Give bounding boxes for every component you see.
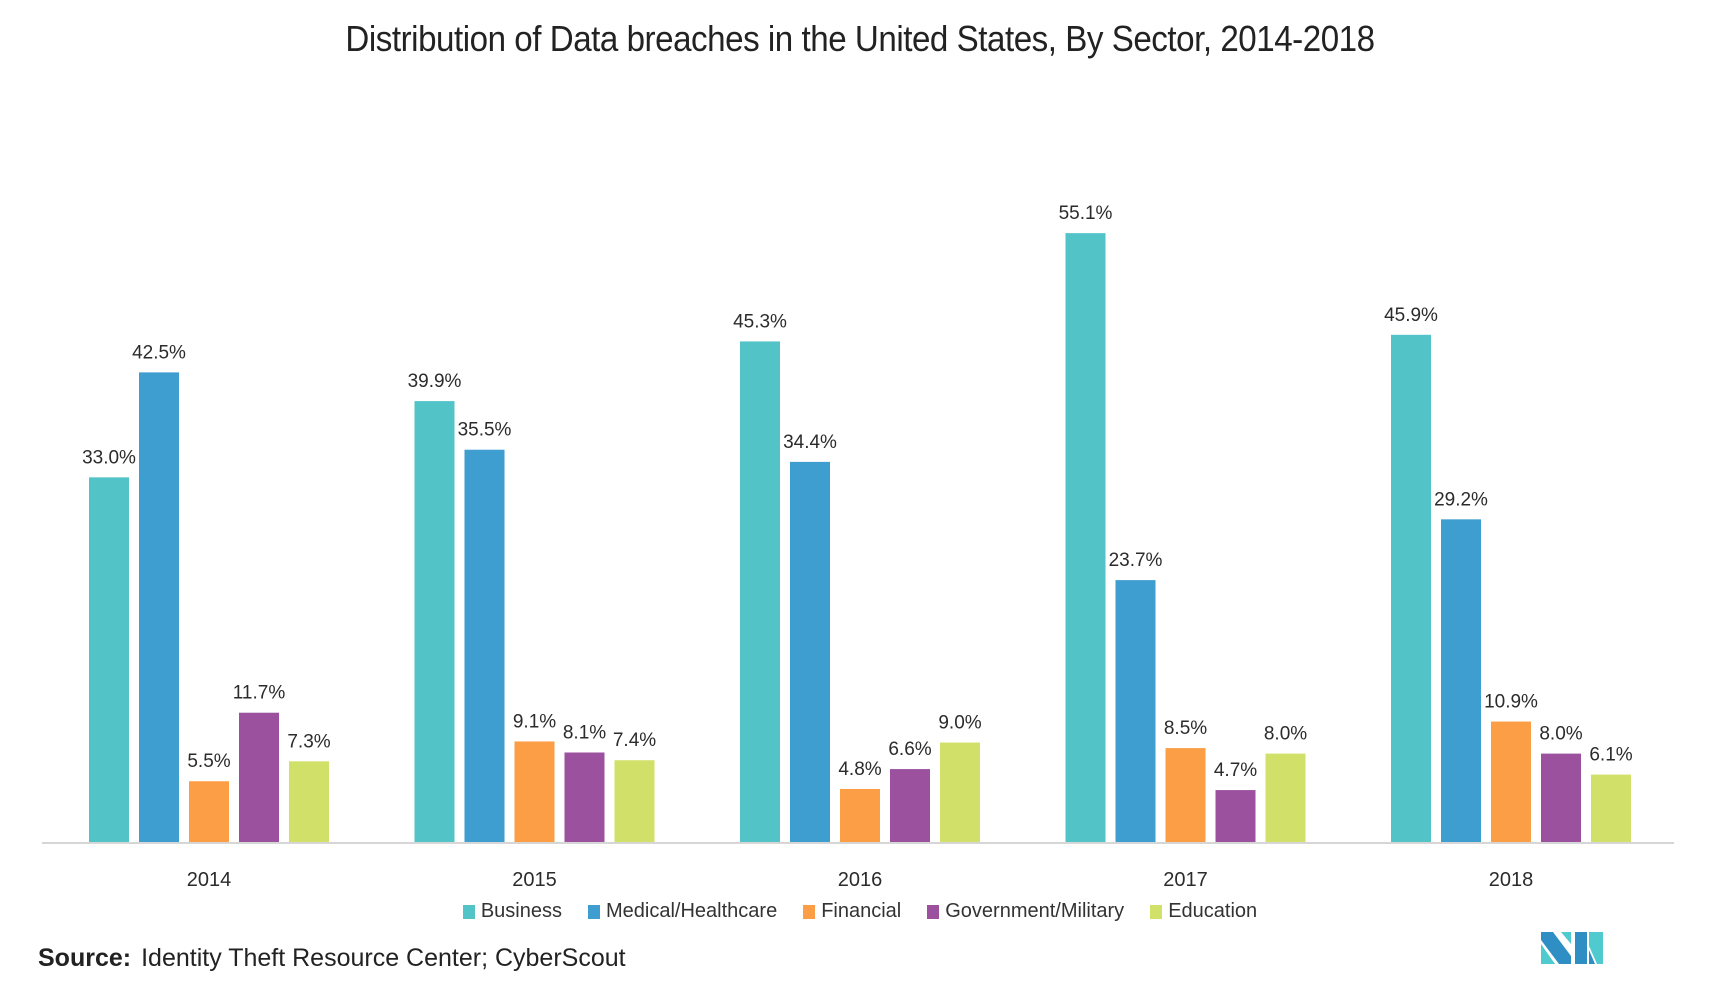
- bar-2014-education: [289, 761, 329, 842]
- bar-2017-government-military: [1215, 790, 1256, 842]
- logo-shape-3: [1561, 932, 1571, 944]
- brand-logo-icon: [1541, 932, 1603, 964]
- value-label: 45.3%: [733, 311, 787, 332]
- legend-label: Government/Military: [945, 900, 1125, 922]
- bar-2018-financial: [1491, 721, 1531, 842]
- x-tick-label: 2017: [1163, 869, 1208, 891]
- bar-2014-financial: [189, 781, 229, 842]
- bar-2014-government-military: [239, 712, 279, 842]
- bar-2018-education: [1591, 774, 1631, 842]
- logo-shape-4: [1575, 932, 1587, 964]
- value-label: 9.0%: [938, 713, 981, 734]
- legend-swatch: [462, 904, 475, 919]
- value-label: 23.7%: [1109, 550, 1163, 571]
- legend: Business Medical/Healthcare Financial Gover…: [0, 900, 1720, 923]
- value-label: 55.1%: [1059, 203, 1113, 224]
- bar-2014-business: [89, 477, 129, 842]
- value-label: 29.2%: [1434, 489, 1488, 510]
- bar-2017-education: [1265, 753, 1306, 842]
- bar-2015-business: [414, 401, 455, 842]
- bar-2015-government-military: [564, 752, 605, 842]
- value-label: 34.4%: [783, 432, 837, 453]
- legend-label: Education: [1168, 900, 1258, 922]
- source-note: Source: Identity Theft Resource Center; C…: [38, 944, 626, 973]
- value-label: 42.5%: [132, 342, 186, 363]
- legend-swatch: [803, 904, 816, 919]
- value-label: 7.4%: [613, 730, 656, 751]
- x-tick-labels-layer: 2014 2015 2016 2017 2018: [187, 869, 1534, 891]
- bar-2018-business: [1391, 334, 1431, 842]
- value-label: 8.0%: [1539, 724, 1582, 745]
- x-tick-label: 2016: [838, 869, 883, 891]
- x-tick-label: 2015: [512, 869, 557, 891]
- bar-2016-business: [740, 341, 780, 842]
- bar-2016-education: [940, 742, 980, 842]
- bar-2016-financial: [840, 788, 880, 842]
- value-label: 4.8%: [838, 759, 881, 780]
- bar-chart: 33.0% 42.5% 5.5% 11.7% 7.3% 39.9% 35.5% 9.1% 8.1…: [42, 203, 1674, 891]
- legend-item-government-military: Government/Military: [927, 900, 1124, 923]
- x-tick-label: 2018: [1489, 869, 1534, 891]
- bar-2017-medical-healthcare: [1115, 580, 1156, 842]
- value-label: 11.7%: [233, 683, 286, 704]
- bar-2015-medical-healthcare: [464, 449, 505, 842]
- legend-item-medical-healthcare: Medical/Healthcare: [588, 900, 777, 923]
- value-label: 6.6%: [888, 739, 931, 760]
- bar-2018-medical-healthcare: [1441, 519, 1481, 842]
- legend-swatch: [927, 904, 940, 919]
- value-label: 8.5%: [1164, 718, 1207, 739]
- bar-2017-business: [1065, 233, 1106, 842]
- bar-2016-medical-healthcare: [790, 461, 830, 842]
- bar-2017-financial: [1165, 748, 1206, 842]
- value-label: 7.3%: [287, 731, 330, 752]
- value-label: 10.9%: [1484, 692, 1538, 713]
- bar-2014-medical-healthcare: [139, 372, 179, 842]
- legend-swatch: [588, 904, 600, 919]
- legend-swatch: [1150, 904, 1163, 919]
- legend-label: Business: [480, 900, 562, 922]
- value-label: 45.9%: [1384, 305, 1438, 326]
- value-label: 8.0%: [1264, 724, 1307, 745]
- source-text: Identity Theft Resource Center; CyberSco…: [141, 944, 626, 972]
- value-label: 5.5%: [187, 751, 230, 772]
- value-label: 9.1%: [513, 711, 556, 732]
- value-label: 39.9%: [408, 371, 462, 392]
- bar-2016-government-military: [890, 769, 930, 842]
- x-tick-label: 2014: [187, 869, 232, 891]
- value-label: 6.1%: [1589, 745, 1632, 766]
- bar-2015-education: [614, 760, 655, 842]
- bar-2015-financial: [514, 741, 555, 842]
- legend-label: Medical/Healthcare: [606, 900, 778, 922]
- legend-item-education: Education: [1150, 900, 1257, 923]
- legend-item-financial: Financial: [803, 900, 901, 923]
- value-label: 4.7%: [1214, 760, 1257, 781]
- value-label: 33.0%: [82, 447, 136, 468]
- legend-label: Financial: [821, 900, 902, 922]
- source-label: Source:: [38, 944, 132, 972]
- value-label: 35.5%: [458, 420, 512, 441]
- value-label: 8.1%: [563, 722, 606, 743]
- legend-item-business: Business: [462, 900, 562, 923]
- bar-2018-government-military: [1541, 753, 1581, 842]
